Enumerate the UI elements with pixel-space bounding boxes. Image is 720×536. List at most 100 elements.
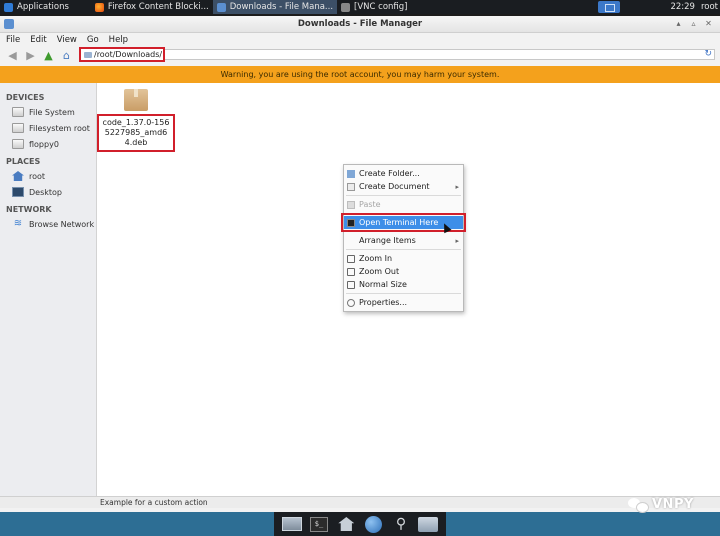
user-name[interactable]: root: [701, 2, 718, 12]
paste-icon: [347, 200, 355, 209]
minimize-icon[interactable]: ▴: [673, 18, 684, 29]
location-bar[interactable]: /root/Downloads/: [79, 47, 165, 62]
top-panel: Applications Firefox Content Blocki... D…: [0, 0, 720, 14]
location-bar-extent[interactable]: ↻: [165, 49, 715, 60]
sidebar-header-devices: DEVICES: [6, 93, 45, 102]
menu-edit[interactable]: Edit: [30, 35, 46, 45]
sidebar-item-label: Desktop: [29, 187, 62, 197]
zoom-normal-icon: [347, 280, 355, 289]
forward-arrow-icon[interactable]: ▶: [24, 49, 37, 62]
sidebar-item-label: Browse Network: [29, 219, 95, 229]
close-icon[interactable]: ✕: [703, 18, 714, 29]
taskbar-file-manager-label: Downloads - File Mana...: [229, 2, 334, 12]
sidebar-item-label: root: [29, 171, 46, 181]
clock: 22:29: [670, 2, 695, 12]
menu-item-label: Open Terminal Here: [359, 218, 439, 227]
sidebar-item-floppy0[interactable]: floppy0: [0, 136, 96, 152]
root-warning-text: Warning, you are using the root account,…: [220, 70, 500, 79]
menubar: File Edit View Go Help: [0, 33, 720, 46]
menu-item-zoom-out[interactable]: Zoom Out: [344, 265, 463, 278]
window-icon: [4, 19, 14, 29]
sidebar-item-desktop[interactable]: Desktop: [0, 184, 96, 200]
maximize-icon[interactable]: ▵: [688, 18, 699, 29]
toolbar: ◀ ▶ ▲ ⌂ /root/Downloads/ ↻: [0, 46, 720, 64]
menu-item-label: Zoom In: [359, 254, 393, 263]
sidebar-item-file-system[interactable]: File System: [0, 104, 96, 120]
workspace-switcher-icon[interactable]: [598, 1, 621, 13]
statusbar: Example for a custom action: [0, 496, 720, 508]
sidebar-item-root[interactable]: root: [0, 168, 96, 184]
sidebar-item-browse-network[interactable]: ≋ Browse Network: [0, 216, 96, 232]
menu-help[interactable]: Help: [109, 35, 128, 45]
file-manager-icon: [216, 2, 226, 12]
menu-item-label: Zoom Out: [359, 267, 400, 276]
menu-file[interactable]: File: [6, 35, 20, 45]
applications-menu[interactable]: Applications: [0, 0, 73, 14]
menu-item-label: Arrange Items: [359, 236, 416, 245]
watermark-text: VNPY: [652, 497, 694, 512]
applications-label: Applications: [17, 2, 69, 12]
menu-item-create-folder[interactable]: Create Folder...: [344, 167, 463, 180]
dock-web-browser[interactable]: [363, 514, 385, 534]
back-arrow-icon[interactable]: ◀: [6, 49, 19, 62]
reload-icon[interactable]: ↻: [704, 49, 712, 59]
search-icon: ⚲: [395, 516, 407, 532]
taskbar-vnc-label: [VNC config]: [354, 2, 408, 12]
desktop-icon: [12, 187, 24, 197]
wifi-icon: ≋: [13, 218, 23, 229]
menu-go[interactable]: Go: [87, 35, 99, 45]
folder-icon: [418, 516, 439, 532]
menu-separator: [346, 195, 461, 196]
up-arrow-icon[interactable]: ▲: [42, 49, 55, 62]
menu-item-create-document[interactable]: Create Document ▸: [344, 180, 463, 193]
submenu-arrow-icon: ▸: [455, 236, 459, 245]
window-titlebar[interactable]: Downloads - File Manager ▴ ▵ ✕: [0, 16, 720, 33]
menu-item-label: Normal Size: [359, 280, 407, 289]
zoom-out-icon: [347, 267, 355, 276]
dock-file-manager[interactable]: [417, 514, 439, 534]
document-icon: [347, 182, 355, 191]
file-item[interactable]: code_1.37.0-1565227985_amd64.deb: [97, 89, 175, 152]
menu-item-properties[interactable]: Properties...: [344, 296, 463, 309]
dock-app-finder[interactable]: ⚲: [390, 514, 412, 534]
dock-show-desktop[interactable]: [281, 514, 303, 534]
root-warning-banner: Warning, you are using the root account,…: [0, 66, 720, 83]
menu-item-label: Properties...: [359, 298, 408, 307]
sidebar-item-label: floppy0: [29, 139, 59, 149]
sidebar-header-places: PLACES: [6, 157, 41, 166]
drive-icon: [12, 107, 24, 117]
menu-item-label: Create Folder...: [359, 169, 420, 178]
folder-icon: [347, 169, 355, 178]
watermark: VNPY: [628, 497, 694, 513]
terminal-icon: $_: [309, 516, 328, 532]
bottom-panel: $_ ⚲: [0, 512, 720, 536]
menu-item-label: Paste: [359, 200, 381, 209]
home-icon: [12, 171, 24, 181]
vnc-icon: [341, 2, 351, 12]
sidebar-item-filesystem-root[interactable]: Filesystem root: [0, 120, 96, 136]
zoom-in-icon: [347, 254, 355, 263]
dock-terminal[interactable]: $_: [308, 514, 330, 534]
taskbar-vnc-config[interactable]: [VNC config]: [337, 0, 411, 14]
menu-item-label: Create Document: [359, 182, 430, 191]
window-title: Downloads - File Manager: [297, 19, 423, 29]
globe-icon: [365, 515, 383, 533]
home-folder-icon: [338, 517, 355, 531]
dock-home-folder[interactable]: [335, 514, 357, 534]
terminal-icon: [347, 218, 355, 227]
menu-separator: [346, 293, 461, 294]
drive-icon: [12, 139, 24, 149]
firefox-icon: [94, 2, 104, 12]
taskbar-file-manager[interactable]: Downloads - File Mana...: [212, 0, 338, 14]
menu-item-arrange-items[interactable]: Arrange Items ▸: [344, 234, 463, 247]
menu-item-zoom-in[interactable]: Zoom In: [344, 252, 463, 265]
location-path: /root/Downloads/: [94, 50, 163, 59]
properties-icon: [347, 298, 355, 307]
menu-view[interactable]: View: [57, 35, 77, 45]
menu-separator: [346, 213, 461, 214]
taskbar-firefox[interactable]: Firefox Content Blocki...: [91, 0, 213, 14]
menu-item-normal-size[interactable]: Normal Size: [344, 278, 463, 291]
dock: $_ ⚲: [274, 512, 446, 536]
menu-separator: [346, 249, 461, 250]
home-icon[interactable]: ⌂: [60, 49, 73, 62]
